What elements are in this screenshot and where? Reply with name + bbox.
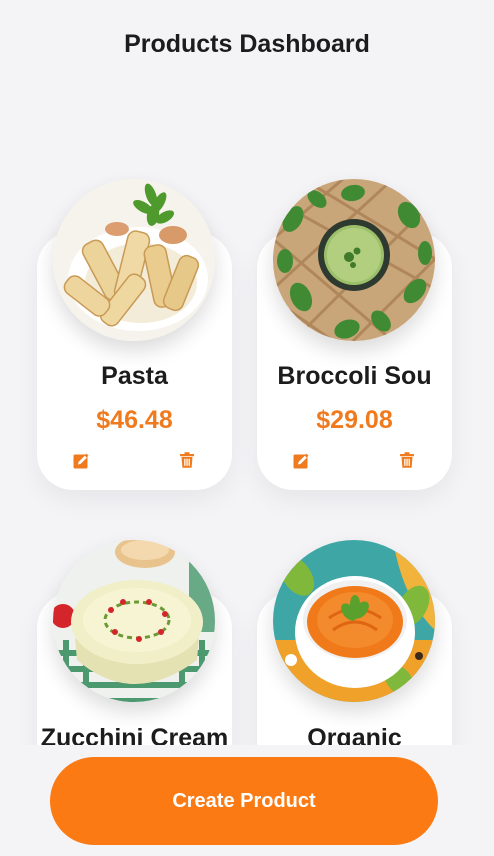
product-price: $46.48	[96, 406, 173, 434]
product-price: $29.08	[316, 406, 393, 434]
product-image-organic	[273, 540, 435, 702]
product-name: Pasta	[101, 362, 168, 390]
product-image-pasta	[53, 179, 215, 341]
product-image-broccoli-soup	[273, 179, 435, 341]
product-image-zucchini-cream	[53, 540, 215, 702]
page-title: Products Dashboard	[124, 30, 370, 58]
trash-icon[interactable]	[178, 451, 196, 469]
create-product-button[interactable]: Create Product	[50, 757, 438, 845]
product-name: Broccoli Sou	[277, 362, 432, 390]
edit-icon[interactable]	[72, 452, 90, 470]
products-dashboard-screen: Products Dashboard Pasta $46.48 Broccoli…	[0, 0, 494, 856]
trash-icon[interactable]	[398, 451, 416, 469]
edit-icon[interactable]	[292, 452, 310, 470]
